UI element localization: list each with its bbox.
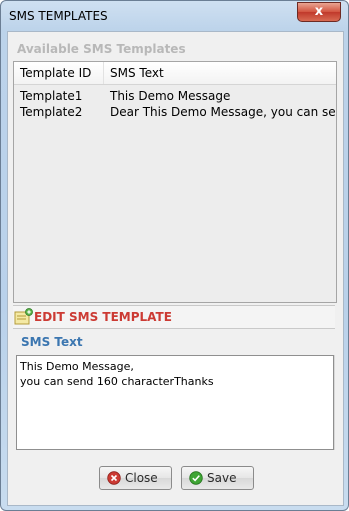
window-title: SMS TEMPLATES bbox=[9, 9, 108, 23]
save-button-label: Save bbox=[207, 471, 237, 485]
dialog-body: Available SMS Templates Template ID SMS … bbox=[7, 31, 344, 506]
cancel-icon bbox=[107, 471, 121, 485]
edit-template-heading: EDIT SMS TEMPLATE bbox=[34, 310, 172, 324]
save-button[interactable]: Save bbox=[181, 466, 254, 490]
sms-text-label: SMS Text bbox=[21, 335, 83, 349]
column-header-sms-text[interactable]: SMS Text bbox=[104, 62, 164, 84]
sms-templates-window: SMS TEMPLATES x Available SMS Templates … bbox=[0, 0, 349, 511]
close-button[interactable]: Close bbox=[99, 466, 172, 490]
title-bar: SMS TEMPLATES x bbox=[1, 1, 348, 31]
window-close-button[interactable]: x bbox=[297, 2, 341, 22]
edit-template-bar: EDIT SMS TEMPLATE bbox=[13, 305, 335, 329]
sms-text-field-edge bbox=[334, 355, 335, 450]
cell-template-id: Template2 bbox=[20, 105, 83, 119]
cell-sms-text: Dear This Demo Message, you can send bbox=[110, 105, 337, 119]
cell-template-id: Template1 bbox=[20, 89, 83, 103]
table-row[interactable]: Template1 This Demo Message bbox=[14, 89, 336, 105]
templates-grid[interactable]: Template ID SMS Text Template1 This Demo… bbox=[13, 61, 337, 303]
cell-sms-text: This Demo Message bbox=[110, 89, 231, 103]
column-header-template-id[interactable]: Template ID bbox=[14, 62, 104, 84]
sms-text-field[interactable]: This Demo Message, you can send 160 char… bbox=[16, 355, 334, 450]
close-button-label: Close bbox=[125, 471, 158, 485]
available-templates-heading: Available SMS Templates bbox=[17, 42, 186, 56]
grid-header: Template ID SMS Text bbox=[14, 62, 336, 85]
check-icon bbox=[189, 471, 203, 485]
note-pencil-icon bbox=[14, 308, 33, 325]
table-row[interactable]: Template2 Dear This Demo Message, you ca… bbox=[14, 105, 336, 121]
